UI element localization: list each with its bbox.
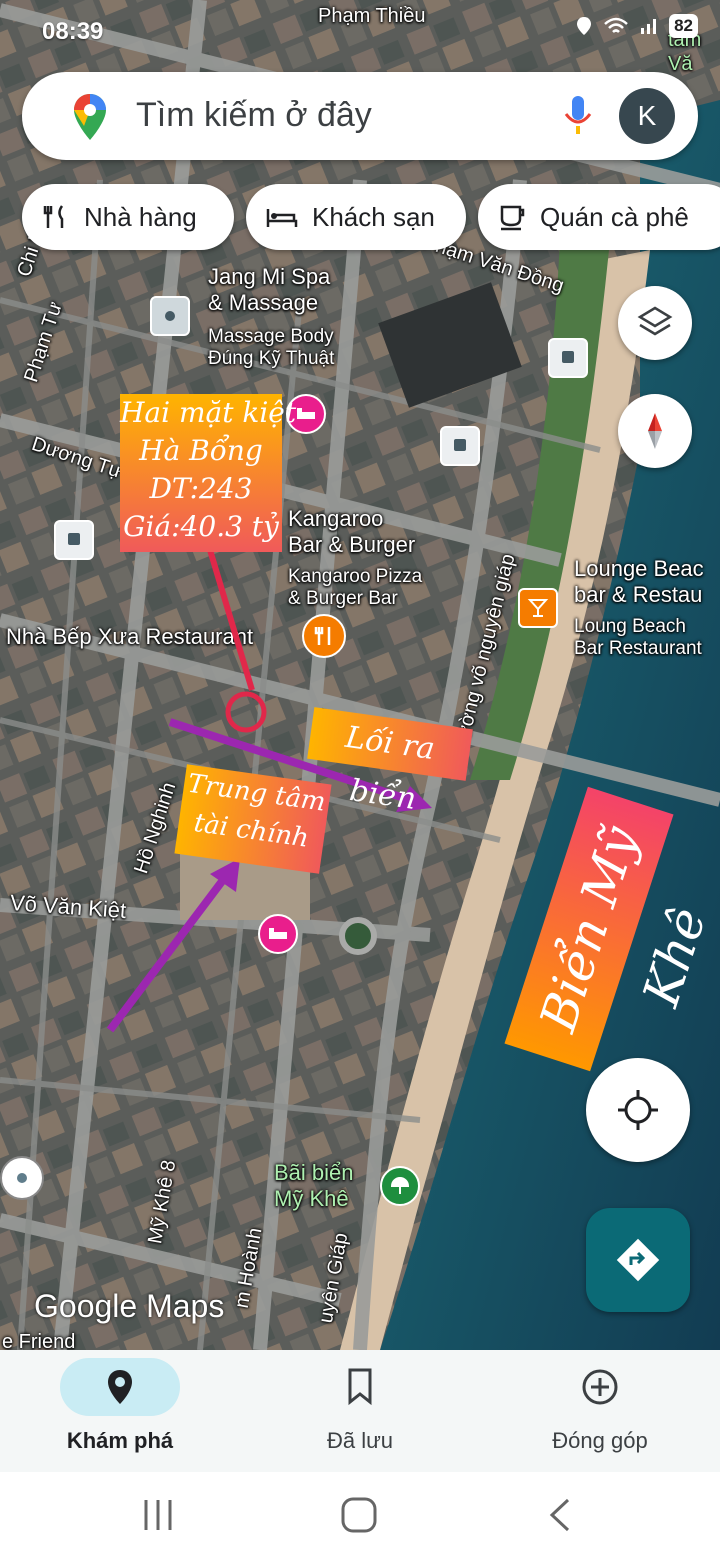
search-bar[interactable]: Tìm kiếm ở đây K	[22, 72, 698, 160]
explore-pin-icon	[108, 1370, 132, 1404]
chip-label: Khách sạn	[312, 201, 435, 232]
coffee-icon	[498, 203, 526, 231]
restaurant-icon	[42, 203, 70, 231]
directions-button[interactable]	[586, 1208, 690, 1312]
chip-restaurants[interactable]: Nhà hàng	[22, 184, 234, 250]
crosshair-icon	[618, 1090, 658, 1130]
compass-icon	[648, 413, 662, 449]
nav-label: Đóng góp	[552, 1428, 648, 1453]
system-navigation-bar	[0, 1472, 720, 1560]
layers-button[interactable]	[618, 286, 692, 360]
status-bar: 08:39 82	[0, 0, 720, 66]
arrow-property	[207, 549, 255, 691]
bottom-navigation: Khám phá Đã lưu Đóng góp	[0, 1350, 720, 1472]
nav-label: Đã lưu	[326, 1428, 394, 1453]
nav-label: Khám phá	[66, 1428, 174, 1453]
note-property: Hai mặt kiệt Hà Bổng DT:243 Giá:40.3 tỷ	[120, 394, 296, 552]
battery-level: 82	[669, 14, 698, 38]
compass-button[interactable]	[618, 394, 692, 468]
chip-label: Nhà hàng	[84, 201, 197, 232]
status-time: 08:39	[42, 18, 104, 45]
home-icon[interactable]	[340, 1496, 378, 1534]
chip-label: Quán cà phê	[540, 201, 689, 232]
nav-explore[interactable]: Khám phá	[0, 1350, 240, 1472]
signal-icon	[641, 19, 657, 34]
recent-apps-icon[interactable]	[142, 1498, 174, 1532]
back-icon[interactable]	[546, 1498, 574, 1532]
nav-saved[interactable]: Đã lưu	[240, 1350, 480, 1472]
chip-coffee[interactable]: Quán cà phê	[478, 184, 720, 250]
arrow-finance	[106, 873, 230, 1033]
directions-icon	[616, 1238, 660, 1282]
account-avatar[interactable]: K	[619, 88, 675, 144]
location-status-icon	[577, 17, 592, 35]
target-circle	[225, 691, 267, 733]
add-circle-icon	[582, 1369, 618, 1405]
wifi-icon	[604, 17, 628, 33]
nav-contribute[interactable]: Đóng góp	[480, 1350, 720, 1472]
bookmark-icon	[348, 1368, 372, 1406]
my-location-button[interactable]	[586, 1058, 690, 1162]
google-maps-watermark: Google Maps	[34, 1288, 225, 1324]
chip-hotels[interactable]: Khách sạn	[246, 184, 466, 250]
hotel-icon	[266, 205, 298, 229]
layers-icon	[637, 306, 673, 336]
google-maps-pin-icon	[74, 94, 106, 140]
microphone-icon[interactable]	[562, 94, 594, 138]
search-placeholder[interactable]: Tìm kiếm ở đây	[136, 96, 372, 135]
